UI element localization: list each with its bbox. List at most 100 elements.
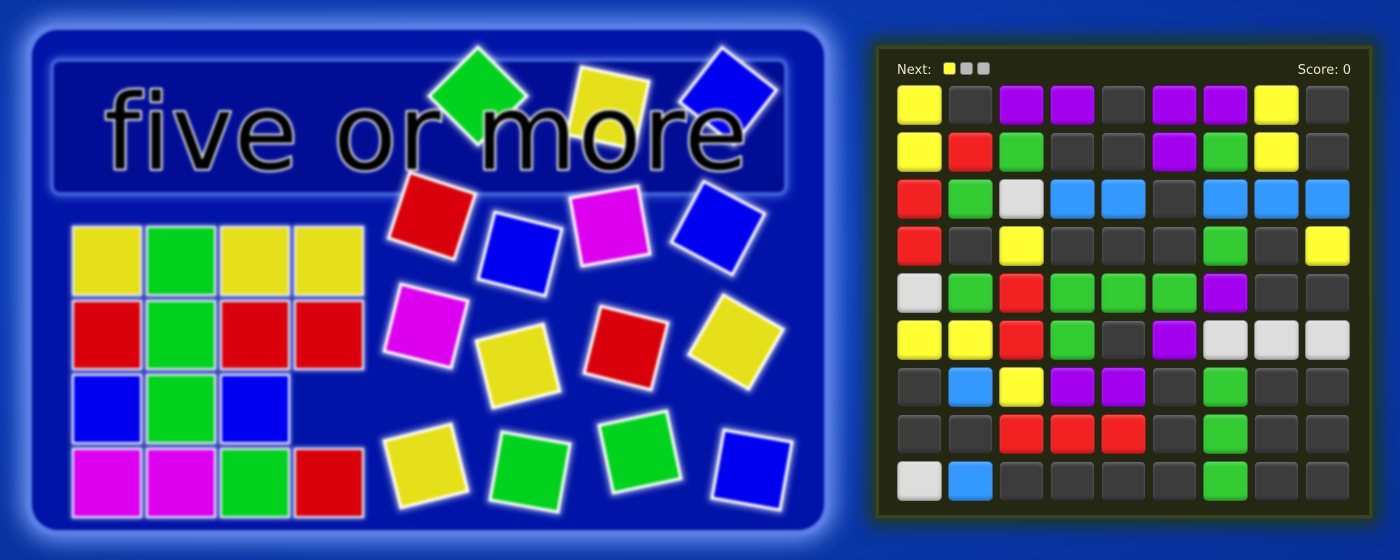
art-tile-magenta [146,448,216,518]
art-scattered-tile-magenta [382,282,470,370]
art-tile-green [146,226,216,296]
ball-white[interactable] [1203,320,1248,360]
art-tile-red [72,300,142,370]
empty-cell[interactable] [897,414,942,454]
ball-blue[interactable] [1203,179,1248,219]
ball-blue[interactable] [948,367,993,407]
empty-cell[interactable] [1101,320,1146,360]
ball-red[interactable] [948,132,993,172]
ball-green[interactable] [1203,132,1248,172]
ball-yellow[interactable] [999,367,1044,407]
empty-cell[interactable] [1152,179,1197,219]
empty-cell[interactable] [1050,461,1095,501]
ball-white[interactable] [897,461,942,501]
ball-purple[interactable] [1050,85,1095,125]
ball-yellow[interactable] [999,226,1044,266]
ball-green[interactable] [1101,273,1146,313]
ball-purple[interactable] [1152,320,1197,360]
empty-cell[interactable] [1254,226,1299,266]
art-scattered-tile-green [597,409,683,495]
empty-cell[interactable] [1050,132,1095,172]
ball-yellow[interactable] [897,320,942,360]
ball-white[interactable] [999,179,1044,219]
ball-green[interactable] [1203,367,1248,407]
empty-cell[interactable] [1254,461,1299,501]
ball-blue[interactable] [1050,179,1095,219]
ball-green[interactable] [948,273,993,313]
empty-cell[interactable] [1305,461,1350,501]
status-bar: Next: Score: 0 [879,49,1369,83]
ball-purple[interactable] [1203,85,1248,125]
empty-cell[interactable] [999,461,1044,501]
empty-cell[interactable] [1305,367,1350,407]
ball-purple[interactable] [1050,367,1095,407]
ball-green[interactable] [1203,461,1248,501]
empty-cell[interactable] [1152,461,1197,501]
game-board[interactable] [897,85,1350,501]
ball-blue[interactable] [1305,179,1350,219]
ball-green[interactable] [1203,414,1248,454]
empty-cell[interactable] [948,226,993,266]
art-scattered-tile-red [582,304,670,392]
game-title: five or more [103,71,750,196]
ball-yellow[interactable] [1254,132,1299,172]
ball-yellow[interactable] [948,320,993,360]
ball-red[interactable] [897,226,942,266]
ball-green[interactable] [999,132,1044,172]
art-tile-blue [220,374,290,444]
art-scattered-tile-yellow [382,422,470,510]
empty-cell[interactable] [1152,367,1197,407]
empty-cell[interactable] [1050,226,1095,266]
art-tile-green [146,374,216,444]
empty-cell[interactable] [1254,367,1299,407]
empty-cell[interactable] [1305,132,1350,172]
game-window[interactable]: Next: Score: 0 [876,46,1372,518]
ball-white[interactable] [1254,320,1299,360]
ball-red[interactable] [999,414,1044,454]
art-scattered-tile-blue [476,210,564,298]
empty-cell[interactable] [897,367,942,407]
ball-green[interactable] [1152,273,1197,313]
ball-white[interactable] [897,273,942,313]
ball-red[interactable] [897,179,942,219]
ball-purple[interactable] [1152,85,1197,125]
empty-cell[interactable] [1305,414,1350,454]
ball-red[interactable] [999,273,1044,313]
next-label: Next: [897,63,932,78]
score-label: Score: [1297,63,1339,78]
ball-purple[interactable] [1101,367,1146,407]
art-tile-yellow [220,226,290,296]
ball-purple[interactable] [1203,273,1248,313]
ball-green[interactable] [948,179,993,219]
empty-cell[interactable] [1152,226,1197,266]
empty-cell[interactable] [1305,85,1350,125]
ball-red[interactable] [1050,414,1095,454]
ball-green[interactable] [1203,226,1248,266]
ball-red[interactable] [999,320,1044,360]
ball-red[interactable] [1101,414,1146,454]
ball-blue[interactable] [948,461,993,501]
empty-cell[interactable] [1305,273,1350,313]
ball-blue[interactable] [1101,179,1146,219]
empty-cell[interactable] [948,85,993,125]
ball-yellow[interactable] [897,132,942,172]
empty-cell[interactable] [1101,461,1146,501]
ball-green[interactable] [1050,320,1095,360]
empty-cell[interactable] [1101,132,1146,172]
art-tile-red [294,300,364,370]
empty-cell[interactable] [948,414,993,454]
ball-yellow[interactable] [1254,85,1299,125]
empty-cell[interactable] [1254,273,1299,313]
empty-cell[interactable] [1101,226,1146,266]
ball-green[interactable] [1050,273,1095,313]
ball-purple[interactable] [999,85,1044,125]
ball-purple[interactable] [1152,132,1197,172]
ball-blue[interactable] [1254,179,1299,219]
promo-artwork: five or more [32,30,824,530]
empty-cell[interactable] [1152,414,1197,454]
empty-cell[interactable] [1254,414,1299,454]
ball-yellow[interactable] [1305,226,1350,266]
ball-white[interactable] [1305,320,1350,360]
ball-yellow[interactable] [897,85,942,125]
empty-cell[interactable] [1101,85,1146,125]
